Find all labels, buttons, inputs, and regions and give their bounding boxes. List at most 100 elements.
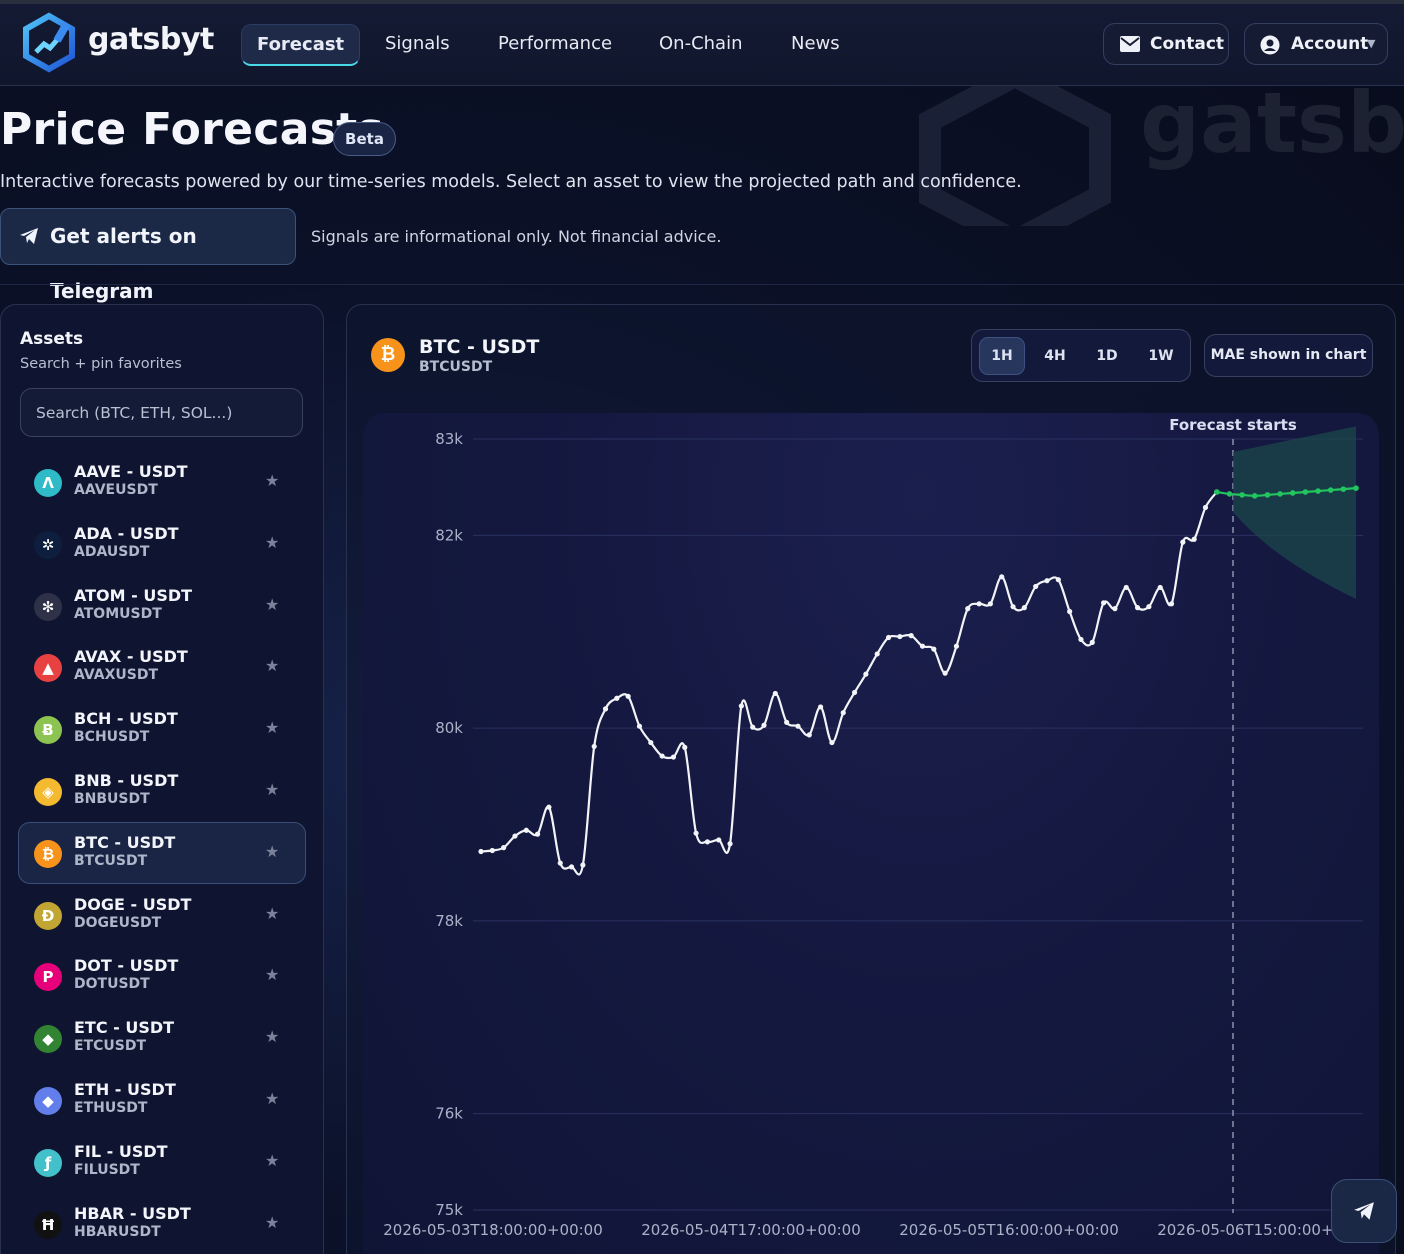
nav-signals[interactable]: Signals bbox=[385, 24, 450, 66]
gatsbyt-logo-icon[interactable] bbox=[18, 12, 80, 74]
history-point bbox=[1146, 604, 1152, 610]
pair-name: BTC - USDT bbox=[419, 336, 540, 358]
history-point bbox=[987, 601, 994, 607]
pin-star-icon[interactable]: ★ bbox=[265, 904, 279, 923]
history-point bbox=[965, 606, 971, 612]
timeframe-1w[interactable]: 1W bbox=[1138, 337, 1184, 375]
asset-search-input[interactable] bbox=[20, 388, 303, 437]
history-point bbox=[1101, 600, 1107, 606]
history-point bbox=[614, 695, 620, 701]
history-point bbox=[761, 722, 767, 728]
history-point bbox=[806, 732, 812, 738]
asset-item-hbarusdt[interactable]: Ħ HBAR - USDT HBARUSDT ★ bbox=[18, 1193, 306, 1254]
history-point bbox=[478, 848, 484, 855]
asset-item-etcusdt[interactable]: ◆ ETC - USDT ETCUSDT ★ bbox=[18, 1007, 306, 1069]
top-navbar: gatsbyt Forecast Signals Performance On-… bbox=[0, 4, 1404, 86]
asset-item-avaxusdt[interactable]: ▲ AVAX - USDT AVAXUSDT ★ bbox=[18, 636, 306, 698]
history-point bbox=[931, 646, 937, 652]
history-point bbox=[591, 743, 597, 750]
history-point bbox=[885, 634, 892, 641]
history-point bbox=[953, 643, 960, 649]
pair-symbol: BTCUSDT bbox=[419, 359, 493, 375]
page-title: Price Forecasts bbox=[0, 104, 384, 155]
history-point bbox=[535, 831, 541, 837]
account-button[interactable]: Account ▼ bbox=[1244, 23, 1388, 65]
history-point bbox=[501, 845, 507, 851]
pin-star-icon[interactable]: ★ bbox=[265, 471, 279, 490]
timeframe-1d[interactable]: 1D bbox=[1084, 337, 1130, 375]
asset-name: BTC - USDT bbox=[74, 832, 176, 852]
asset-symbol: DOGEUSDT bbox=[74, 914, 162, 931]
asset-name: ADA - USDT bbox=[74, 523, 179, 543]
asset-item-aaveusdt[interactable]: Λ AAVE - USDT AAVEUSDT ★ bbox=[18, 451, 306, 513]
contact-button[interactable]: Contact bbox=[1103, 23, 1229, 65]
history-point bbox=[659, 753, 665, 759]
asset-item-ethusdt[interactable]: ◆ ETH - USDT ETHUSDT ★ bbox=[18, 1069, 306, 1131]
nav-on-chain[interactable]: On-Chain bbox=[659, 24, 743, 66]
x-tick-label: 2026-05-05T16:00:00+00:00 bbox=[899, 1221, 1119, 1239]
user-circle-icon bbox=[1260, 35, 1280, 55]
forecast-start-label: Forecast starts bbox=[1169, 416, 1297, 434]
asset-name: HBAR - USDT bbox=[74, 1203, 191, 1223]
asset-item-dogeusdt[interactable]: Ð DOGE - USDT DOGEUSDT ★ bbox=[18, 884, 306, 946]
history-point bbox=[625, 693, 631, 699]
timeframe-4h[interactable]: 4H bbox=[1032, 337, 1078, 375]
asset-item-bchusdt[interactable]: Ƀ BCH - USDT BCHUSDT ★ bbox=[18, 698, 306, 760]
pin-star-icon[interactable]: ★ bbox=[265, 842, 279, 861]
history-point bbox=[738, 703, 744, 709]
forecast-point bbox=[1315, 488, 1321, 494]
history-point bbox=[829, 739, 835, 746]
history-point bbox=[1078, 636, 1084, 643]
pin-star-icon[interactable]: ★ bbox=[265, 780, 279, 799]
history-point bbox=[512, 833, 518, 839]
pin-star-icon[interactable]: ★ bbox=[265, 965, 279, 984]
pin-star-icon[interactable]: ★ bbox=[265, 595, 279, 614]
mae-toggle-button[interactable]: MAE shown in chart bbox=[1204, 334, 1373, 377]
history-point bbox=[840, 710, 846, 716]
history-point bbox=[851, 689, 858, 696]
telegram-floating-button[interactable] bbox=[1331, 1179, 1397, 1243]
nav-news[interactable]: News bbox=[791, 24, 840, 66]
forecast-point bbox=[1214, 489, 1220, 495]
history-point bbox=[818, 704, 824, 710]
asset-item-atomusdt[interactable]: ✻ ATOM - USDT ATOMUSDT ★ bbox=[18, 575, 306, 637]
asset-symbol: HBARUSDT bbox=[74, 1223, 161, 1240]
telegram-alerts-button[interactable]: Get alerts on Telegram bbox=[0, 208, 296, 303]
asset-item-bnbusdt[interactable]: ◈ BNB - USDT BNBUSDT ★ bbox=[18, 760, 306, 822]
history-point bbox=[795, 723, 801, 729]
pin-star-icon[interactable]: ★ bbox=[265, 656, 279, 675]
asset-item-adausdt[interactable]: ✲ ADA - USDT ADAUSDT ★ bbox=[18, 513, 306, 575]
nav-forecast[interactable]: Forecast bbox=[241, 24, 361, 66]
asset-item-btcusdt[interactable]: ₿ BTC - USDT BTCUSDT ★ bbox=[18, 821, 306, 884]
forecast-point bbox=[1353, 485, 1359, 491]
history-point bbox=[1180, 539, 1186, 545]
history-point bbox=[999, 574, 1005, 580]
pin-star-icon[interactable]: ★ bbox=[265, 718, 279, 737]
pin-star-icon[interactable]: ★ bbox=[265, 1027, 279, 1046]
etc-coin-icon: ◆ bbox=[34, 1025, 62, 1054]
watermark-logo-icon bbox=[919, 86, 1111, 226]
asset-item-filusdt[interactable]: ƒ FIL - USDT FILUSDT ★ bbox=[18, 1131, 306, 1193]
brand-name[interactable]: gatsbyt bbox=[88, 22, 214, 57]
history-point bbox=[1157, 584, 1163, 591]
y-tick-label: 82k bbox=[435, 526, 463, 544]
asset-item-dotusdt[interactable]: P DOT - USDT DOTUSDT ★ bbox=[18, 945, 306, 1007]
asset-name: ETC - USDT bbox=[74, 1018, 175, 1038]
timeframe-1h[interactable]: 1H bbox=[979, 337, 1025, 375]
pin-star-icon[interactable]: ★ bbox=[265, 1151, 279, 1170]
dot-coin-icon: P bbox=[34, 963, 62, 992]
history-point bbox=[557, 860, 563, 866]
pin-star-icon[interactable]: ★ bbox=[265, 1089, 279, 1108]
contact-label: Contact bbox=[1150, 34, 1225, 54]
pin-star-icon[interactable]: ★ bbox=[265, 1213, 279, 1232]
history-point bbox=[1055, 577, 1061, 583]
history-point bbox=[546, 804, 552, 810]
nav-performance[interactable]: Performance bbox=[498, 24, 612, 66]
forecast-point bbox=[1264, 492, 1271, 498]
pin-star-icon[interactable]: ★ bbox=[265, 533, 279, 552]
y-tick-label: 80k bbox=[435, 719, 463, 737]
beta-badge: Beta bbox=[333, 122, 396, 156]
x-tick-label: 2026-05-03T18:00:00+00:00 bbox=[383, 1221, 603, 1239]
history-point bbox=[1168, 601, 1175, 607]
y-tick-label: 78k bbox=[435, 912, 463, 930]
